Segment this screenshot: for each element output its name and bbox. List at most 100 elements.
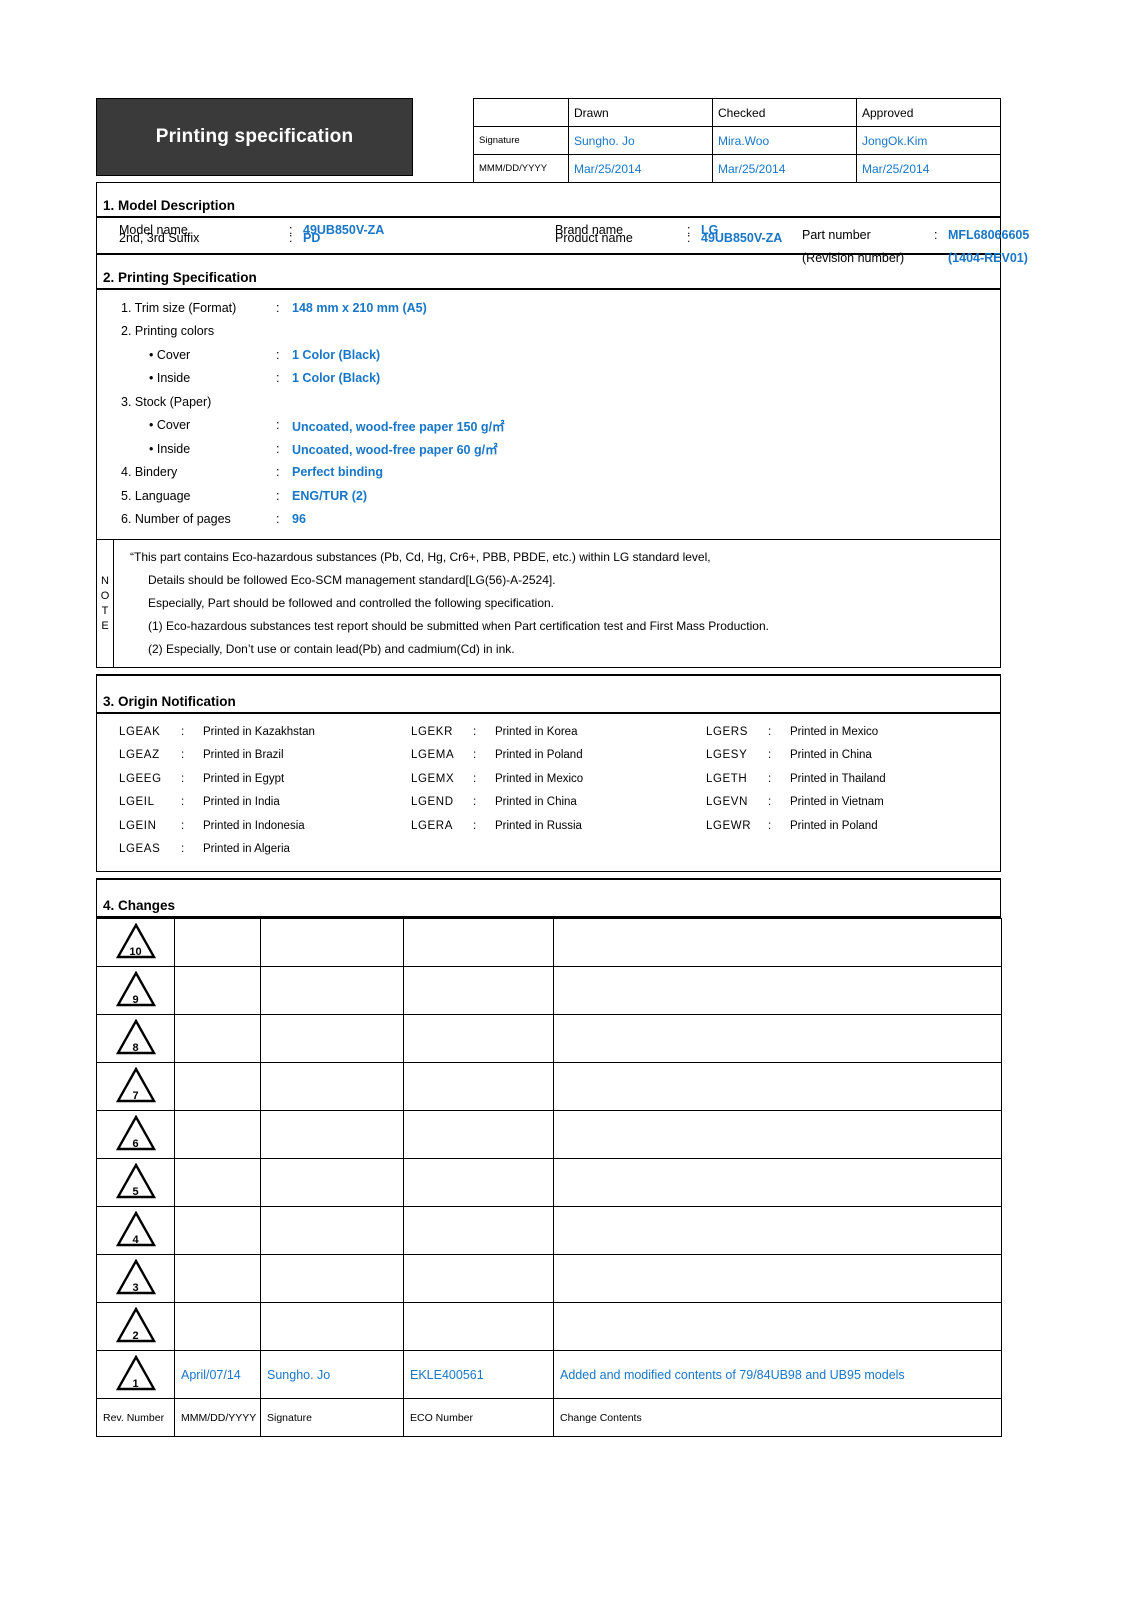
rev-marker-cell: 10 xyxy=(96,918,175,967)
label-product-name: Product name xyxy=(555,231,633,245)
origin-colon: : xyxy=(473,819,477,832)
origin-code: LGERS xyxy=(706,725,748,738)
origin-entry: LGEIN: Printed in Indonesia xyxy=(97,814,389,838)
origin-entry: LGEAK: Printed in Kazakhstan xyxy=(97,720,389,744)
revision-triangle-icon: 5 xyxy=(115,1163,156,1199)
spec-colon-trim-size: : xyxy=(276,300,280,315)
revision-triangle-icon: 3 xyxy=(115,1259,156,1295)
column-header-drawn: Drawn xyxy=(568,98,713,127)
origin-colon: : xyxy=(768,772,772,785)
table-row: 5 xyxy=(96,1158,1002,1207)
column-header-approved: Approved xyxy=(856,98,1001,127)
page-title: Printing specification xyxy=(155,126,354,147)
cell-signature: Sungho. Jo xyxy=(260,1350,404,1399)
cell-eco xyxy=(403,1254,554,1303)
origin-entry: LGEKR: Printed in Korea xyxy=(389,720,684,744)
cell-date xyxy=(174,1062,261,1111)
changes-table: 10 9 8 7 6 5 4 3 2 1 April/07/14 Sungho.… xyxy=(96,918,1002,1437)
spec-colon-number-of-pages: : xyxy=(276,512,280,527)
revision-triangle-icon: 10 xyxy=(115,923,156,959)
section4-heading-text: 4. Changes xyxy=(103,898,176,913)
rev-number: 8 xyxy=(132,1042,139,1054)
spec-row-language: 5. Language : ENG/TUR (2) xyxy=(97,484,1000,508)
section2-heading-text: 2. Printing Specification xyxy=(103,270,257,285)
spec-colon-stock-cover: : xyxy=(276,418,280,433)
origin-code: LGEEG xyxy=(119,772,162,785)
signature-corner-cell xyxy=(473,98,569,127)
spec-value-trim-size: 148 mm x 210 mm (A5) xyxy=(292,300,427,315)
revision-triangle-icon: 9 xyxy=(115,971,156,1007)
rev-marker-cell: 6 xyxy=(96,1110,175,1159)
origin-text: Printed in Mexico xyxy=(495,772,584,785)
cell-date xyxy=(174,966,261,1015)
origin-colon: : xyxy=(181,819,185,832)
footer-label-signature: Signature xyxy=(260,1398,404,1437)
origin-code: LGERA xyxy=(411,819,453,832)
cell-signature xyxy=(260,1158,404,1207)
origin-colon: : xyxy=(181,796,185,809)
rev-number: 3 xyxy=(132,1282,139,1294)
footer-label-rev-number: Rev. Number xyxy=(96,1398,175,1437)
spec-label-stock-cover: • Cover xyxy=(149,418,191,433)
table-row: 7 xyxy=(96,1062,1002,1111)
cell-signature xyxy=(260,1062,404,1111)
cell-date xyxy=(174,1014,261,1063)
spec-row-stock-cover: • Cover : Uncoated, wood-free paper 150 … xyxy=(97,414,1000,438)
spec-value-language: ENG/TUR (2) xyxy=(292,488,367,503)
date-checked: Mar/25/2014 xyxy=(712,154,857,183)
origin-text: Printed in Russia xyxy=(495,819,582,832)
spec-value-colors-cover: 1 Color (Black) xyxy=(292,347,381,362)
note-letter-t: T xyxy=(101,604,109,617)
cell-eco xyxy=(403,966,554,1015)
origin-text: Printed in Egypt xyxy=(203,772,285,785)
cell-date: April/07/14 xyxy=(174,1350,261,1399)
spec-label-stock: 3. Stock (Paper) xyxy=(121,394,212,409)
colon-suffix: : xyxy=(289,231,293,245)
origin-code: LGEMX xyxy=(411,772,455,785)
origin-text: Printed in Poland xyxy=(495,749,583,762)
spec-row-colors-cover: • Cover : 1 Color (Black) xyxy=(97,343,1000,367)
table-row: 2 xyxy=(96,1302,1002,1351)
cell-eco xyxy=(403,1302,554,1351)
rev-marker-cell: 1 xyxy=(96,1350,175,1399)
value-suffix: PD xyxy=(303,231,321,245)
origin-text: Printed in Algeria xyxy=(203,843,290,856)
spec-label-colors-inside: • Inside xyxy=(149,371,191,386)
label-revision-number: (Revision number) xyxy=(802,250,905,265)
cell-signature xyxy=(260,1302,404,1351)
revision-triangle-icon: 1 xyxy=(115,1355,156,1391)
origin-entry: LGEEG: Printed in Egypt xyxy=(97,767,389,791)
origin-entry-empty xyxy=(684,838,1000,862)
origin-code: LGEAK xyxy=(119,725,161,738)
origin-code: LGETH xyxy=(706,772,748,785)
origin-entry: LGEIL: Printed in India xyxy=(97,791,389,815)
cell-contents xyxy=(553,1014,1002,1063)
spec-value-colors-inside: 1 Color (Black) xyxy=(292,371,381,386)
document-header: Printing specification Drawn Checked App… xyxy=(96,98,1001,183)
origin-code: LGEND xyxy=(411,796,454,809)
cell-eco xyxy=(403,1062,554,1111)
cell-date xyxy=(174,1206,261,1255)
revision-triangle-icon: 7 xyxy=(115,1067,156,1103)
rev-marker-cell: 2 xyxy=(96,1302,175,1351)
spec-value-stock-inside: Uncoated, wood-free paper 60 g/㎡ xyxy=(292,443,498,458)
origin-entry: LGEMA: Printed in Poland xyxy=(389,744,684,768)
spec-colon-bindery: : xyxy=(276,465,280,480)
rev-marker-cell: 4 xyxy=(96,1206,175,1255)
spec-value-bindery: Perfect binding xyxy=(292,465,383,480)
date-drawn: Mar/25/2014 xyxy=(568,154,713,183)
spec-row-bindery: 4. Bindery : Perfect binding xyxy=(97,461,1000,485)
spec-label-printing-colors: 2. Printing colors xyxy=(121,324,215,339)
section1-heading-text: 1. Model Description xyxy=(103,198,236,213)
cell-signature xyxy=(260,1110,404,1159)
cell-eco xyxy=(403,1206,554,1255)
signature-table: Drawn Checked Approved Signature Sungho.… xyxy=(473,98,1001,183)
origin-entry: LGERS: Printed in Mexico xyxy=(684,720,1000,744)
title-block: Printing specification xyxy=(96,98,413,176)
origin-entry: LGERA: Printed in Russia xyxy=(389,814,684,838)
note-letter-n: N xyxy=(101,574,109,587)
origin-colon: : xyxy=(181,725,185,738)
row-label-signature: Signature xyxy=(473,126,569,155)
origin-colon: : xyxy=(473,772,477,785)
model-description-right-column: Part number : MFL68066605 (Revision numb… xyxy=(802,223,1029,269)
